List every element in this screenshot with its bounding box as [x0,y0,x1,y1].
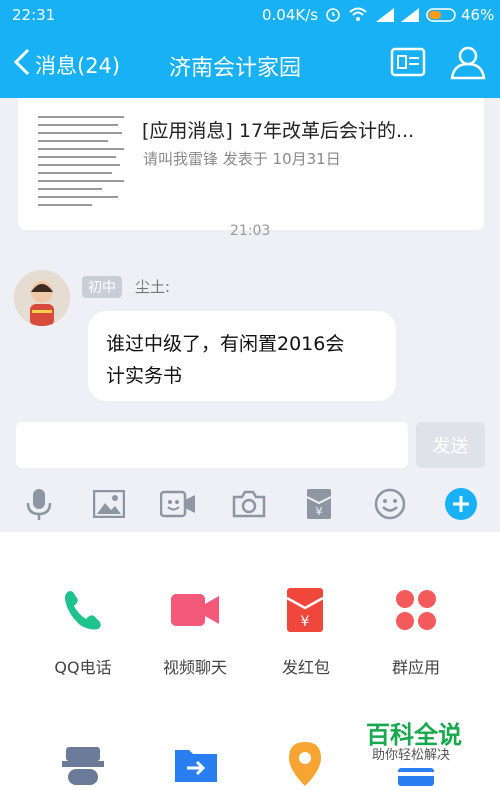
avatar[interactable] [14,270,70,326]
image-icon[interactable] [91,486,127,522]
message-input[interactable] [16,422,408,468]
status-speed: 0.04K/s [262,6,319,24]
group-members-icon[interactable] [448,44,488,84]
message-bubble[interactable]: 谁过中级了，有闲置2016会 计实务书 [88,311,396,401]
battery-percent: 46% [461,6,495,24]
alarm-icon [325,6,341,26]
signal-icon-1 [376,7,394,26]
app-message-card[interactable]: [应用消息] 17年改革后会计的... 请叫我雷锋 发表于 10月31日 [18,98,484,230]
video-chat-label: 视频聊天 [162,658,227,677]
status-time: 22:31 [12,6,56,24]
qq-call-label: QQ电话 [54,658,112,677]
sender-name: 尘土: [135,278,171,296]
video-call-icon[interactable] [160,486,196,522]
send-button[interactable]: 发送 [416,422,485,468]
app-message-title: [应用消息] 17年改革后会计的... [142,120,415,142]
hat-icon[interactable] [55,738,111,790]
location-icon[interactable] [277,738,333,790]
message-text-line-1: 谁过中级了，有闲置2016会 [106,333,345,355]
group-apps-label: 群应用 [391,658,440,677]
group-apps-icon[interactable] [388,582,444,638]
svg-text:¥: ¥ [316,505,323,518]
wifi-icon [348,6,368,26]
camera-icon[interactable] [231,486,267,522]
document-thumbnail [38,112,128,212]
app-message-meta: 请叫我雷锋 发表于 10月31日 [143,150,341,168]
plus-icon[interactable] [443,486,479,522]
red-packet-label: 发红包 [281,658,330,677]
back-button[interactable]: 消息(24) [35,50,120,80]
signal-icon-2 [401,7,419,26]
back-arrow-icon[interactable] [12,47,32,81]
phone-icon[interactable] [55,582,111,638]
voice-icon[interactable] [21,486,57,522]
profile-card-icon[interactable] [390,47,426,81]
message-text-line-2: 计实务书 [106,365,183,387]
emoji-icon[interactable] [372,486,408,522]
battery-icon [426,7,458,26]
page-title: 济南会计家园 [169,56,302,81]
title-bar: 22:31 0.04K/s 46% 消息(24) 济南会计家园 [0,0,500,98]
red-packet-tool-icon[interactable]: ¥ [301,486,337,522]
message-timestamp: 21:03 [230,223,271,239]
video-icon[interactable] [167,582,223,638]
svg-text:¥: ¥ [301,614,310,630]
watermark-subtitle: 助你轻松解决 [372,748,451,763]
member-level-badge: 初中 [82,276,122,298]
red-packet-icon[interactable]: ¥ [277,582,333,638]
folder-transfer-icon[interactable] [168,738,224,790]
